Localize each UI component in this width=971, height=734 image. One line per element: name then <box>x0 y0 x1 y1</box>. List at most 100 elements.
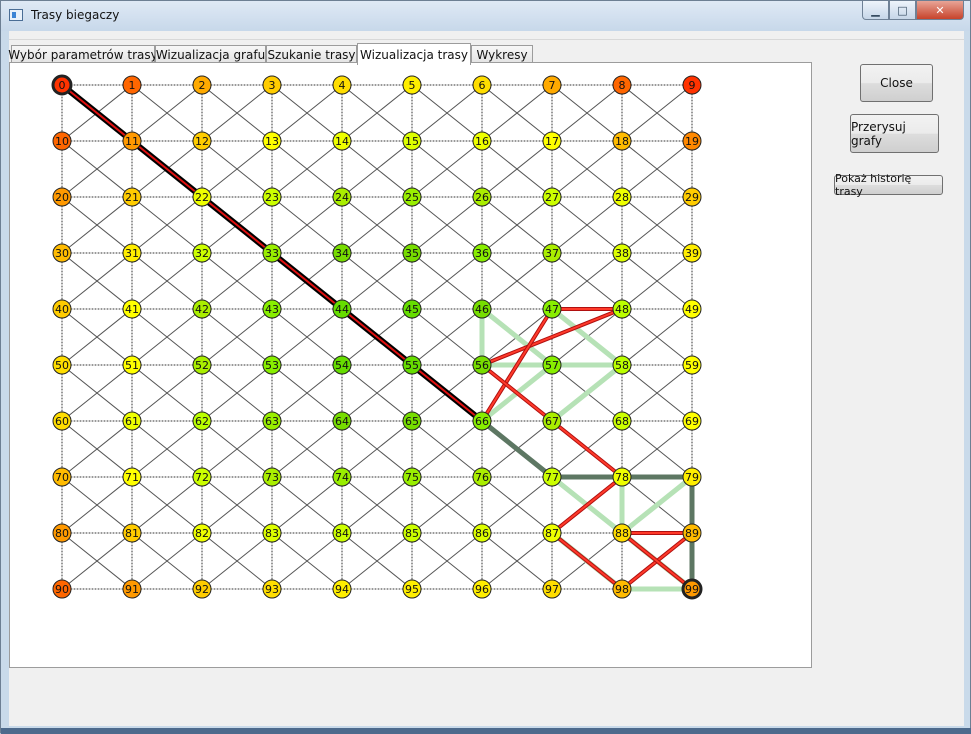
graph-node-label: 77 <box>545 471 559 484</box>
graph-node-96: 96 <box>472 579 492 599</box>
graph-node-69: 69 <box>682 411 702 431</box>
graph-node-35: 35 <box>402 243 422 263</box>
minimize-button[interactable]: ▁ <box>862 1 889 20</box>
graph-node-label: 76 <box>475 471 489 484</box>
redraw-graphs-button[interactable]: Przerysuj grafy <box>850 114 939 153</box>
graph-node-31: 31 <box>122 243 142 263</box>
graph-node-label: 66 <box>475 415 489 428</box>
graph-node-46: 46 <box>472 299 492 319</box>
graph-node-45: 45 <box>402 299 422 319</box>
graph-node-32: 32 <box>192 243 212 263</box>
graph-node-label: 47 <box>545 303 559 316</box>
graph-node-label: 35 <box>405 247 419 260</box>
graph-node-label: 27 <box>545 191 559 204</box>
graph-node-label: 15 <box>405 135 419 148</box>
graph-node-52: 52 <box>192 355 212 375</box>
graph-node-label: 67 <box>545 415 559 428</box>
tab-wizualizacja-trasy[interactable]: Wizualizacja trasy <box>357 43 471 65</box>
graph-node-label: 4 <box>339 79 346 92</box>
show-route-history-button[interactable]: Pokaż historię trasy <box>834 172 943 198</box>
app-icon <box>9 9 23 21</box>
graph-node-label: 33 <box>265 247 279 260</box>
graph-node-label: 85 <box>405 527 419 540</box>
graph-node-5: 5 <box>402 75 422 95</box>
graph-node-label: 90 <box>55 583 69 596</box>
graph-node-11: 11 <box>122 131 142 151</box>
graph-node-80: 80 <box>52 523 72 543</box>
graph-node-26: 26 <box>472 187 492 207</box>
graph-node-15: 15 <box>402 131 422 151</box>
graph-node-label: 24 <box>335 191 349 204</box>
graph-node-42: 42 <box>192 299 212 319</box>
graph-node-0: 0 <box>51 74 73 96</box>
graph-node-label: 34 <box>335 247 349 260</box>
graph-node-label: 3 <box>269 79 276 92</box>
graph-node-78: 78 <box>612 467 632 487</box>
graph-node-label: 30 <box>55 247 69 260</box>
graph-node-53: 53 <box>262 355 282 375</box>
graph-node-label: 5 <box>409 79 416 92</box>
graph-node-label: 7 <box>549 79 556 92</box>
graph-node-99: 99 <box>681 578 703 600</box>
graph-node-label: 80 <box>55 527 69 540</box>
graph-node-label: 57 <box>545 359 559 372</box>
graph-node-label: 20 <box>55 191 69 204</box>
tab-wykresy[interactable]: Wykresy <box>471 45 533 63</box>
graph-node-label: 70 <box>55 471 69 484</box>
graph-node-label: 95 <box>405 583 419 596</box>
graph-node-61: 61 <box>122 411 142 431</box>
graph-node-label: 22 <box>195 191 209 204</box>
graph-node-label: 17 <box>545 135 559 148</box>
graph-node-label: 74 <box>335 471 349 484</box>
graph-node-95: 95 <box>402 579 422 599</box>
graph-node-97: 97 <box>542 579 562 599</box>
graph-node-29: 29 <box>682 187 702 207</box>
graph-node-label: 75 <box>405 471 419 484</box>
graph-node-64: 64 <box>332 411 352 431</box>
graph-node-84: 84 <box>332 523 352 543</box>
graph-node-label: 64 <box>335 415 349 428</box>
graph-node-62: 62 <box>192 411 212 431</box>
graph-node-label: 78 <box>615 471 629 484</box>
menu-bar <box>9 31 964 40</box>
graph-node-label: 61 <box>125 415 139 428</box>
tab-szukanie-trasy[interactable]: Szukanie trasy <box>266 45 357 63</box>
close-button[interactable]: Close <box>860 64 933 102</box>
graph-node-7: 7 <box>542 75 562 95</box>
tab-wizualizacja-grafu[interactable]: Wizualizacja grafu <box>155 45 266 63</box>
graph-node-36: 36 <box>472 243 492 263</box>
graph-node-label: 84 <box>335 527 349 540</box>
graph-node-98: 98 <box>612 579 632 599</box>
graph-node-93: 93 <box>262 579 282 599</box>
maximize-button[interactable]: □ <box>889 1 916 20</box>
graph-node-label: 6 <box>479 79 486 92</box>
tab-wybor-parametrow-trasy[interactable]: Wybór parametrów trasy <box>8 45 158 63</box>
graph-node-83: 83 <box>262 523 282 543</box>
graph-node-92: 92 <box>192 579 212 599</box>
graph-node-label: 28 <box>615 191 629 204</box>
graph-node-48: 48 <box>612 299 632 319</box>
graph-node-label: 9 <box>689 79 696 92</box>
graph-node-label: 16 <box>475 135 489 148</box>
graph-node-label: 29 <box>685 191 699 204</box>
graph-node-57: 57 <box>542 355 562 375</box>
graph-node-16: 16 <box>472 131 492 151</box>
graph-node-73: 73 <box>262 467 282 487</box>
window-close-button[interactable]: ✕ <box>916 1 964 20</box>
graph-node-1: 1 <box>122 75 142 95</box>
graph-node-27: 27 <box>542 187 562 207</box>
graph-node-94: 94 <box>332 579 352 599</box>
graph-node-6: 6 <box>472 75 492 95</box>
graph-node-label: 97 <box>545 583 559 596</box>
graph-node-label: 93 <box>265 583 279 596</box>
graph-node-71: 71 <box>122 467 142 487</box>
graph-node-label: 63 <box>265 415 279 428</box>
graph-node-label: 99 <box>685 583 699 596</box>
graph-node-49: 49 <box>682 299 702 319</box>
title-bar[interactable]: Trasy biegaczy ▁ □ ✕ <box>1 1 970 31</box>
graph-node-86: 86 <box>472 523 492 543</box>
graph-node-label: 92 <box>195 583 209 596</box>
graph-node-label: 36 <box>475 247 489 260</box>
graph-node-10: 10 <box>52 131 72 151</box>
window-title: Trasy biegaczy <box>31 8 120 22</box>
